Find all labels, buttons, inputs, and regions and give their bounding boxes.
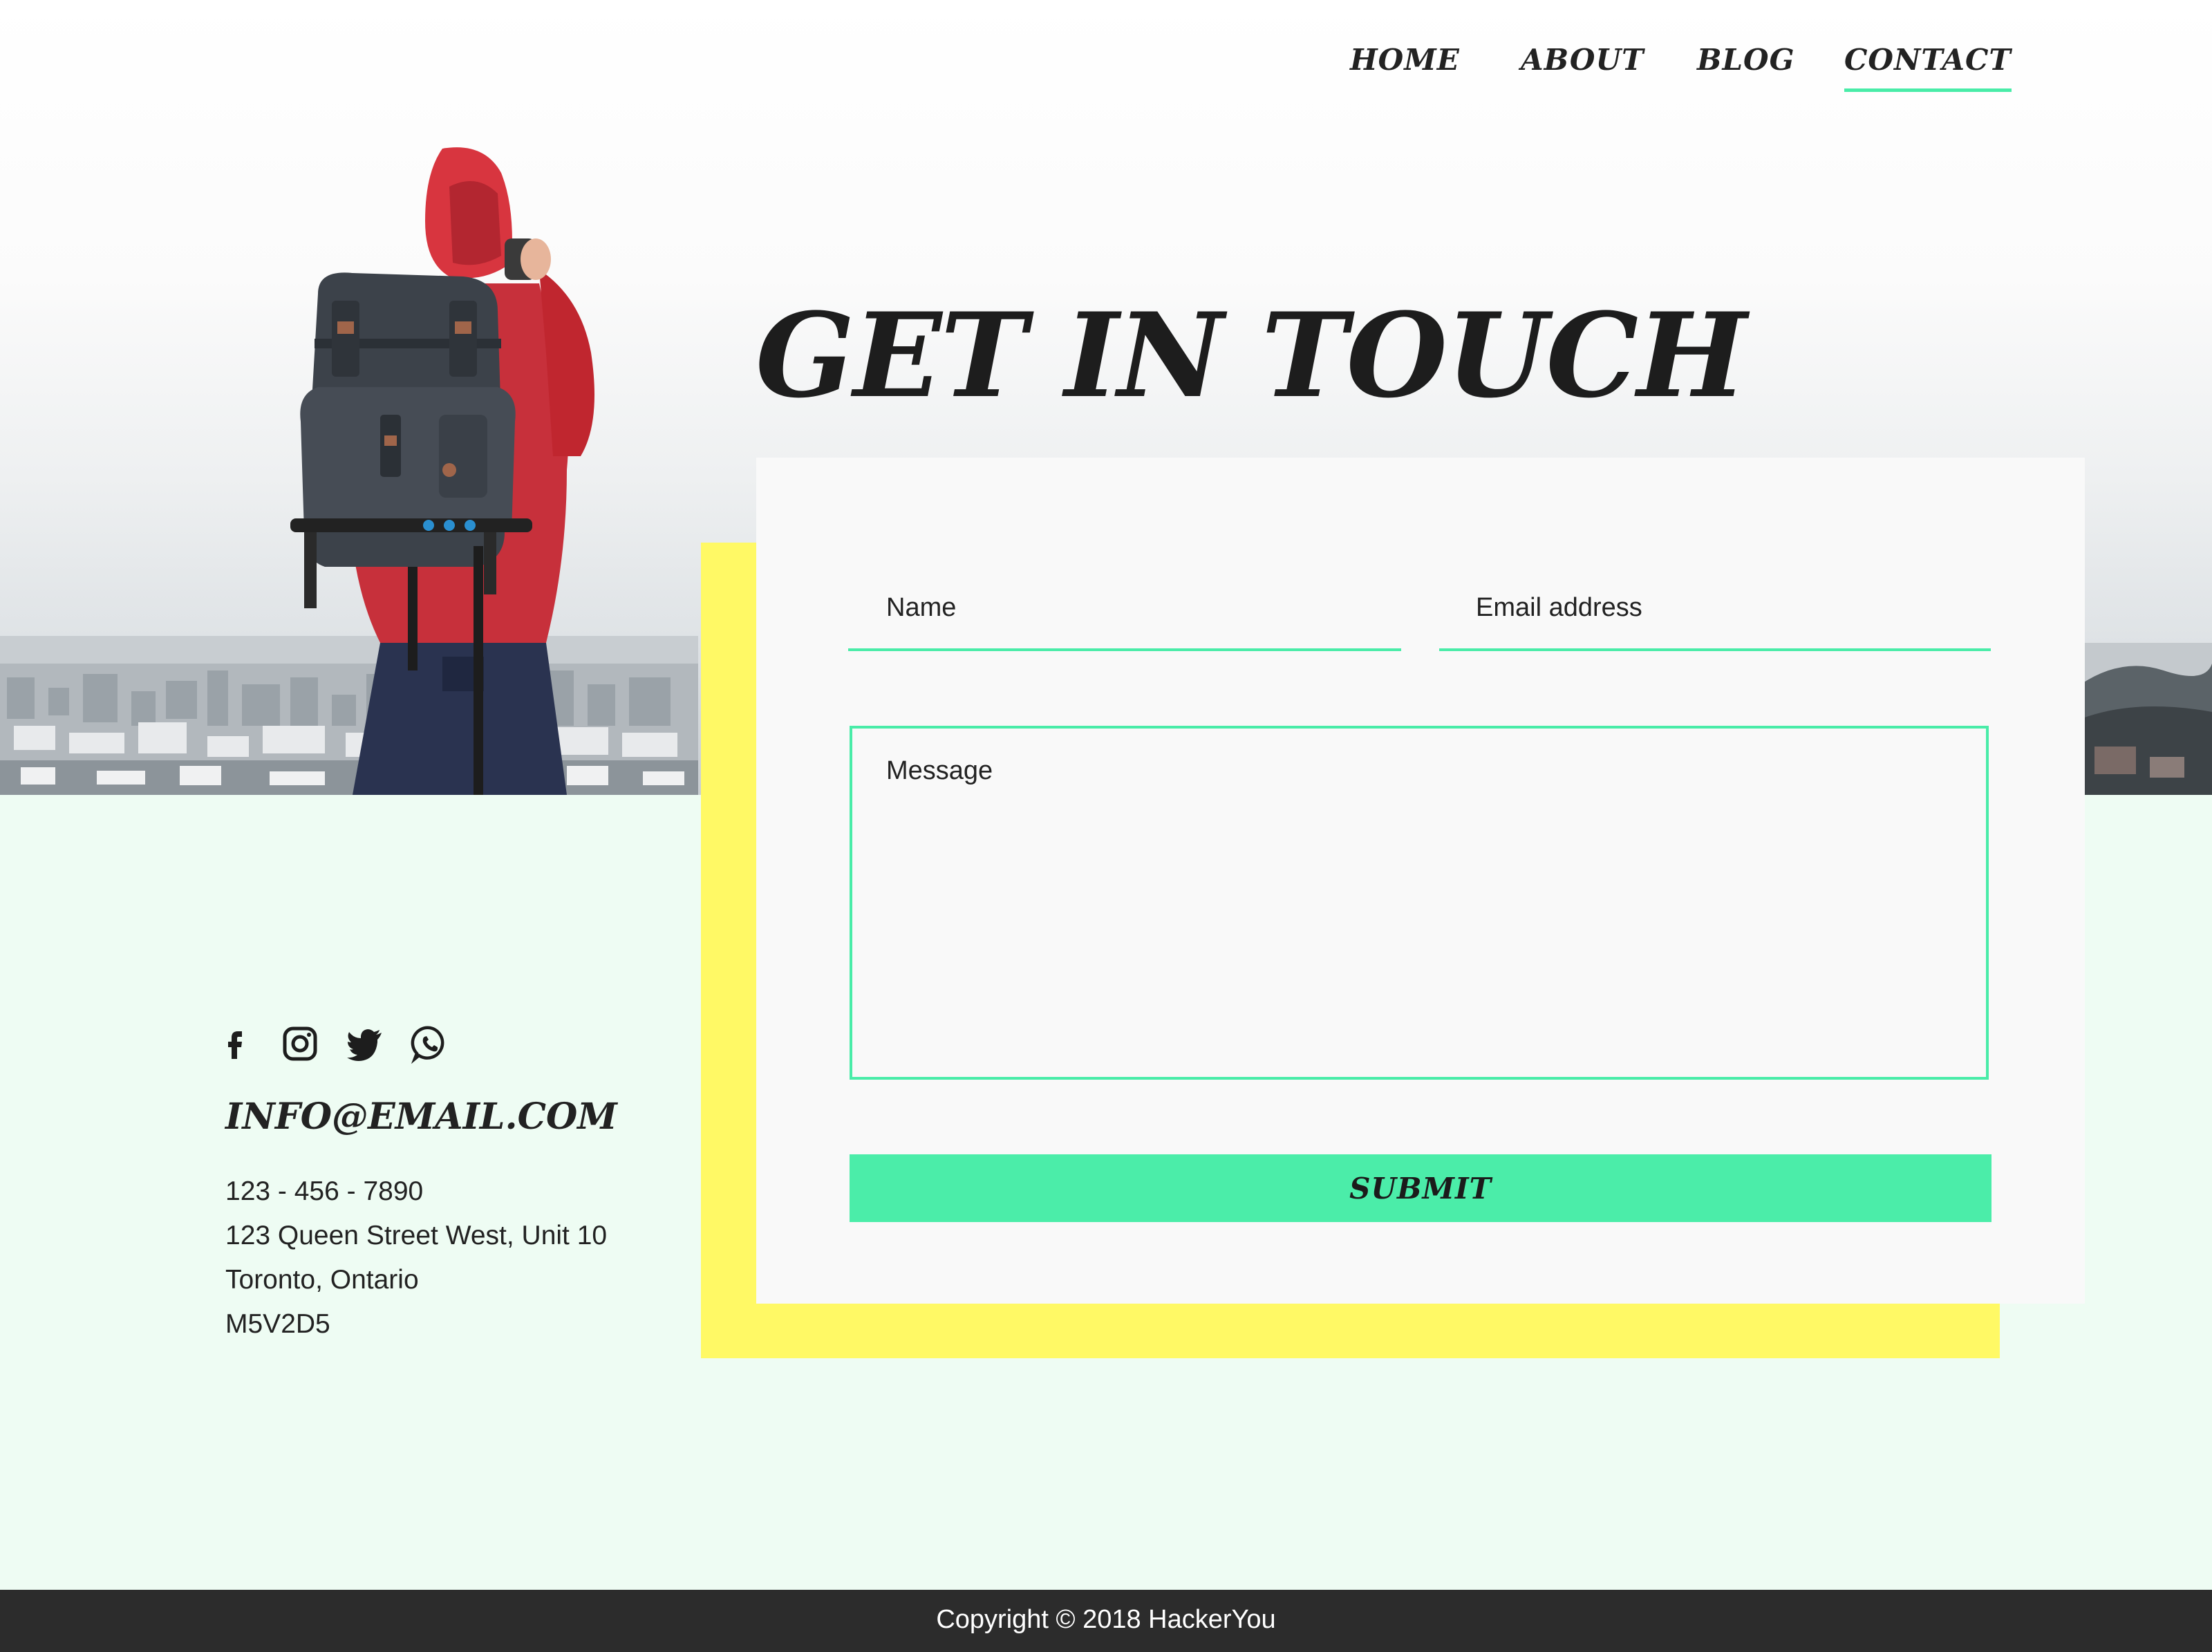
nav-home-link[interactable]: HOME (1350, 43, 1460, 77)
email-input-underline (1439, 648, 1991, 651)
contact-phone: 123 - 456 - 7890 (225, 1176, 424, 1206)
name-input[interactable]: Name (886, 593, 956, 623)
contact-postal-code: M5V2D5 (225, 1309, 330, 1339)
nav-about-link[interactable]: ABOUT (1521, 43, 1644, 77)
contact-address-line1: 123 Queen Street West, Unit 10 (225, 1221, 608, 1250)
page-title: GET IN TOUCH (756, 287, 1747, 424)
email-input[interactable]: Email address (1476, 593, 1642, 623)
facebook-icon[interactable] (214, 1023, 256, 1064)
nav-blog-link[interactable]: BLOG (1697, 43, 1794, 77)
nav-contact-link[interactable]: CONTACT (1844, 43, 2012, 92)
contact-address-line2: Toronto, Ontario (225, 1265, 419, 1295)
hills-image (2081, 643, 2212, 795)
instagram-icon[interactable] (279, 1023, 321, 1064)
footer: Copyright © 2018 HackerYou (0, 1590, 2212, 1652)
contact-email: INFO@EMAIL.COM (225, 1096, 617, 1138)
message-textarea[interactable] (850, 726, 1989, 1080)
twitter-icon[interactable] (344, 1023, 386, 1064)
message-placeholder: Message (886, 756, 993, 785)
copyright-text: Copyright © 2018 HackerYou (936, 1605, 1276, 1634)
name-input-underline (848, 648, 1401, 651)
hiker-photo (290, 147, 594, 795)
whatsapp-icon[interactable] (409, 1023, 451, 1064)
main-nav: HOME ABOUT BLOG CONTACT (0, 43, 2212, 98)
submit-button[interactable]: SUBMIT (850, 1154, 1991, 1222)
